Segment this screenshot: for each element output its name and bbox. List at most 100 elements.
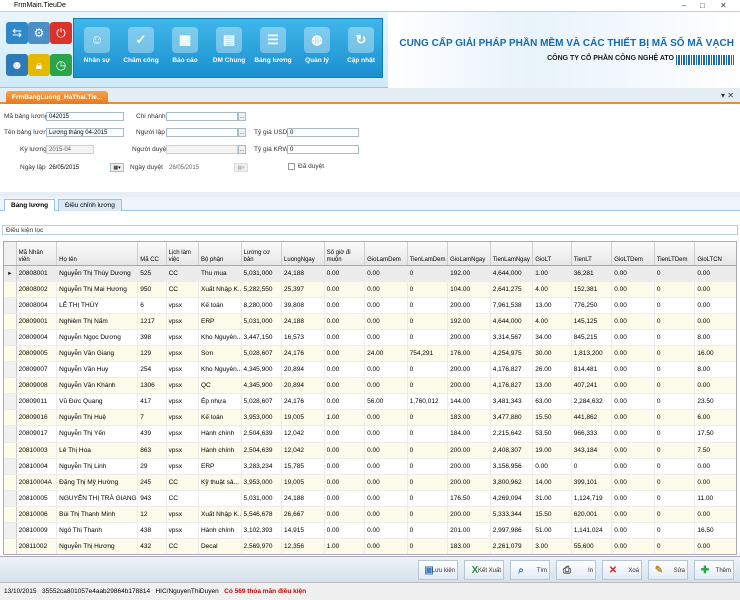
table-cell[interactable]: vpsx: [166, 361, 199, 379]
table-cell[interactable]: 15,785: [281, 458, 325, 475]
table-cell[interactable]: 863: [137, 442, 167, 459]
table-cell[interactable]: 1.00: [324, 409, 366, 427]
table-cell[interactable]: 0: [407, 329, 449, 346]
table-cell[interactable]: 399,101: [571, 474, 613, 491]
table-cell[interactable]: 24,188: [281, 313, 325, 330]
table-cell[interactable]: 0: [654, 297, 696, 314]
table-cell[interactable]: 0.00: [324, 281, 366, 298]
table-cell[interactable]: 5,546,678: [241, 506, 283, 524]
table-cell[interactable]: 0: [654, 442, 696, 459]
table-cell[interactable]: 20808004: [16, 297, 58, 314]
table-cell[interactable]: 20809007: [16, 361, 58, 379]
table-cell[interactable]: 254: [137, 361, 167, 379]
power-icon[interactable]: ⏻: [50, 22, 72, 44]
module-bao-cao[interactable]: ▦ Báo cáo: [165, 21, 205, 76]
table-cell[interactable]: 20809011: [16, 393, 58, 411]
table-cell[interactable]: 183.00: [447, 409, 491, 427]
table-cell[interactable]: 3,953,000: [241, 409, 283, 427]
table-cell[interactable]: 13.00: [532, 377, 572, 395]
table-cell[interactable]: 0.00: [364, 458, 408, 475]
table-cell[interactable]: 5,031,000: [241, 490, 283, 507]
table-cell[interactable]: vpsx: [166, 345, 199, 363]
print-button[interactable]: ⎙ In: [556, 560, 596, 580]
table-cell[interactable]: 20,894: [281, 361, 325, 379]
table-row[interactable]: 20809011 Vũ Đức Quang 417 vpsx Ép nhựa 5,028,…: [4, 393, 736, 411]
table-cell[interactable]: 0: [654, 377, 696, 395]
table-cell[interactable]: 20810004: [16, 458, 58, 475]
table-cell[interactable]: 620,001: [571, 506, 613, 524]
table-cell[interactable]: 26.00: [532, 361, 572, 379]
table-cell[interactable]: Kho Nguyên...: [198, 361, 242, 379]
table-cell[interactable]: Ép nhựa: [198, 393, 242, 411]
table-cell[interactable]: 19,005: [281, 474, 325, 491]
table-cell[interactable]: 24,176: [281, 393, 325, 411]
column-header[interactable]: GioLTDem: [611, 242, 655, 266]
row-selector[interactable]: [4, 345, 17, 363]
table-cell[interactable]: 2,408,307: [490, 442, 534, 459]
table-cell[interactable]: 19.00: [532, 442, 572, 459]
column-header[interactable]: Lương cơ bản: [241, 242, 283, 266]
table-cell[interactable]: 0: [407, 281, 449, 298]
table-cell[interactable]: 5,282,550: [241, 281, 283, 298]
ngay-duyet-field[interactable]: 26/05/2015: [166, 163, 226, 172]
table-cell[interactable]: 104.00: [447, 281, 491, 298]
table-cell[interactable]: 23.50: [694, 393, 736, 411]
module-dm-chung[interactable]: ▤ DM Chung: [209, 21, 249, 76]
table-cell[interactable]: 14,915: [281, 522, 325, 540]
switch-icon[interactable]: ⇆: [6, 22, 28, 44]
table-cell[interactable]: 4,644,000: [490, 265, 534, 282]
table-cell[interactable]: 0.00: [611, 458, 655, 475]
table-row[interactable]: 20809005 Nguyễn Văn Giang 129 vpsx Sơn 5,028,…: [4, 345, 736, 363]
table-cell[interactable]: 20809004: [16, 329, 58, 346]
table-cell[interactable]: 5,031,000: [241, 265, 283, 282]
table-cell[interactable]: 144.00: [447, 393, 491, 411]
table-cell[interactable]: 12,356: [281, 538, 325, 554]
row-selector[interactable]: [4, 409, 17, 427]
table-cell[interactable]: 2,997,986: [490, 522, 534, 540]
table-cell[interactable]: 8.00: [694, 361, 736, 379]
table-cell[interactable]: 0.00: [364, 265, 408, 282]
table-cell[interactable]: 20809008: [16, 377, 58, 395]
row-selector[interactable]: [4, 458, 17, 475]
table-cell[interactable]: 7: [137, 409, 167, 427]
table-cell[interactable]: 0.00: [364, 425, 408, 443]
table-cell[interactable]: 1.00: [324, 538, 366, 554]
table-cell[interactable]: 6.00: [694, 409, 736, 427]
table-cell[interactable]: 4,254,975: [490, 345, 534, 363]
table-cell[interactable]: 8,280,000: [241, 297, 283, 314]
table-cell[interactable]: vpsx: [166, 506, 199, 524]
table-cell[interactable]: 0.00: [364, 506, 408, 524]
table-cell[interactable]: 0.00: [324, 345, 366, 363]
table-cell[interactable]: 0: [407, 409, 449, 427]
table-cell[interactable]: 30.00: [532, 345, 572, 363]
table-cell[interactable]: 1,760,012: [407, 393, 449, 411]
table-cell[interactable]: 16.00: [694, 345, 736, 363]
table-cell[interactable]: 20810003: [16, 442, 58, 459]
table-cell[interactable]: 0: [407, 425, 449, 443]
table-cell[interactable]: 0.00: [611, 490, 655, 507]
table-row[interactable]: 20808004 LÊ THỊ THÚY 6 vpsx Kế toán 8,280,000…: [4, 297, 736, 314]
table-cell[interactable]: 438: [137, 522, 167, 540]
filter-input[interactable]: Điều kiện lọc: [2, 225, 738, 235]
table-cell[interactable]: CC: [166, 538, 199, 554]
column-header[interactable]: Họ tên: [56, 242, 139, 266]
table-cell[interactable]: 0: [407, 506, 449, 524]
chi-nhanh-dropdown-icon[interactable]: …: [238, 112, 246, 121]
table-cell[interactable]: ERP: [198, 458, 242, 475]
table-cell[interactable]: Nguyễn Văn Khánh: [56, 377, 139, 395]
column-header[interactable]: TienLamNgay: [490, 242, 534, 266]
table-cell[interactable]: 0.00: [324, 297, 366, 314]
table-cell[interactable]: 4.00: [532, 313, 572, 330]
table-cell[interactable]: 0: [571, 458, 613, 475]
table-cell[interactable]: 2,261,079: [490, 538, 534, 554]
table-cell[interactable]: 0.00: [364, 409, 408, 427]
table-cell[interactable]: 0.00: [324, 393, 366, 411]
table-cell[interactable]: vpsx: [166, 329, 199, 346]
user-icon[interactable]: ☻: [6, 54, 28, 76]
table-cell[interactable]: 0.00: [324, 458, 366, 475]
table-cell[interactable]: 15.50: [532, 506, 572, 524]
close-tab-icon[interactable]: ▾ ✕: [721, 91, 734, 100]
table-cell[interactable]: 0: [654, 393, 696, 411]
table-cell[interactable]: CC: [166, 474, 199, 491]
table-row[interactable]: 20809004 Nguyễn Ngọc Dương 398 vpsx Kho Nguy…: [4, 329, 736, 346]
